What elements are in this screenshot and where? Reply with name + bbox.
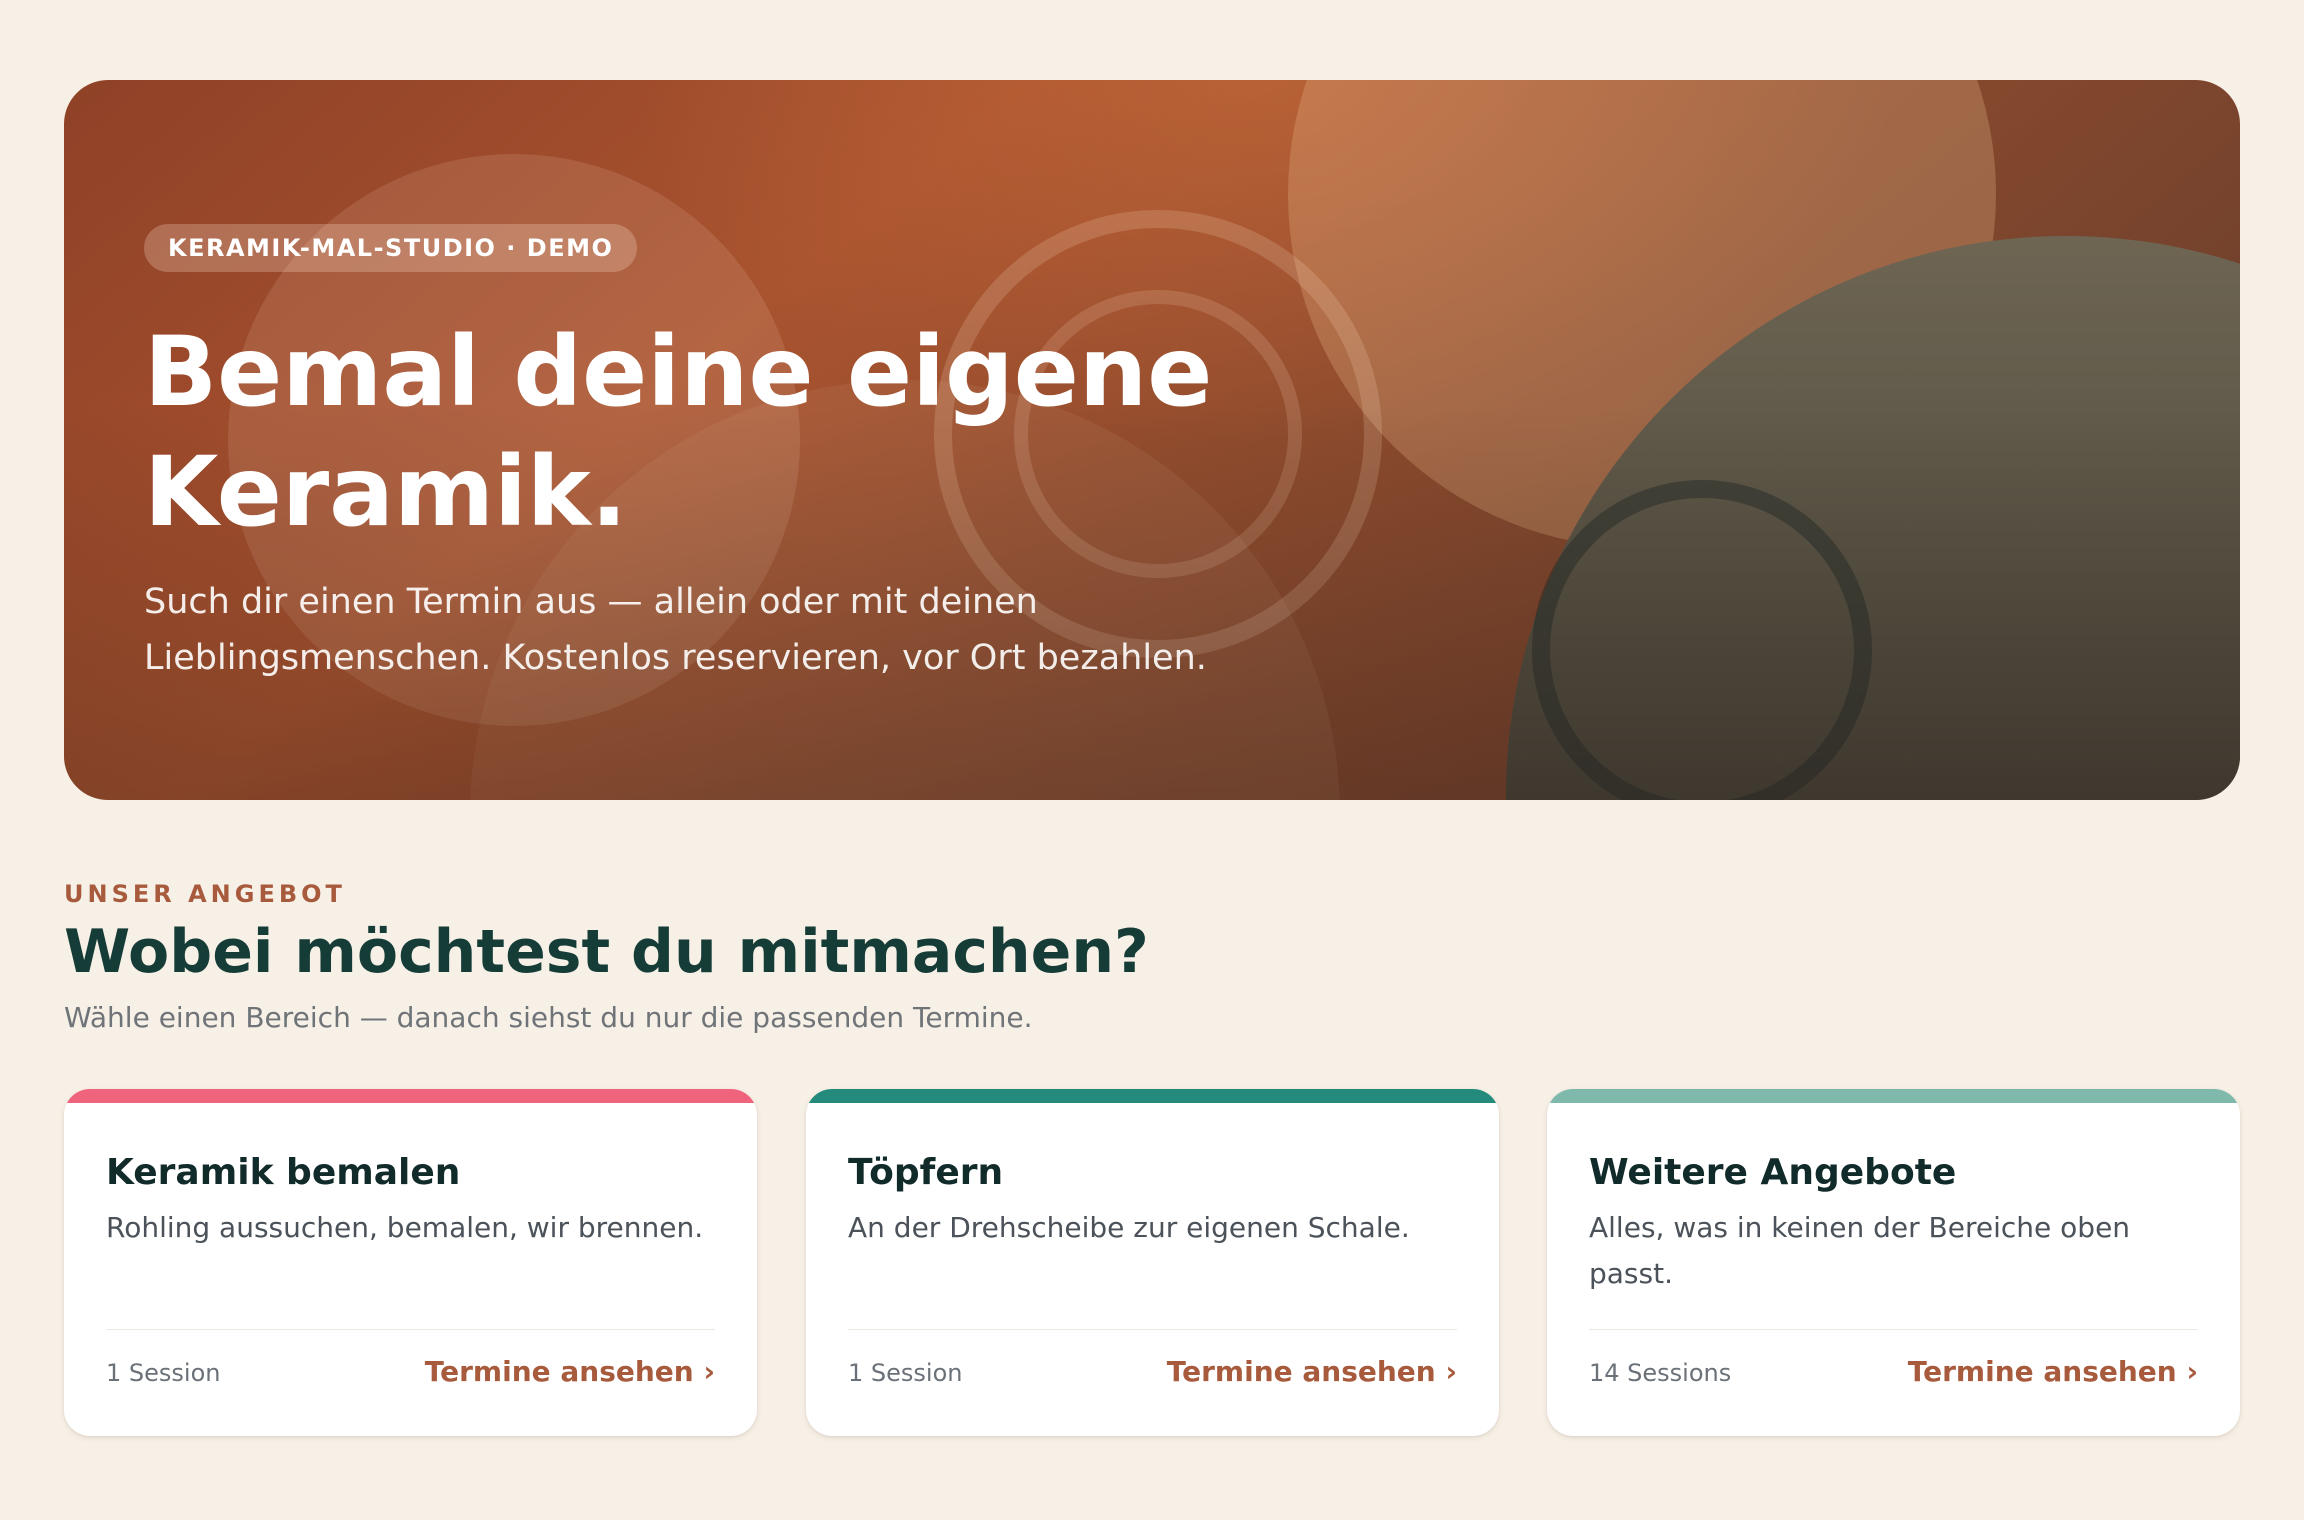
card-title: Keramik bemalen xyxy=(106,1152,461,1193)
hero-title-line-2: Keramik. xyxy=(144,436,628,548)
view-dates-link[interactable]: Termine ansehen › xyxy=(1167,1347,1457,1397)
card-title: Töpfern xyxy=(848,1152,1004,1193)
card-title: Weitere Angebote xyxy=(1589,1152,1957,1193)
card-description: Rohling aussuchen, bemalen, wir brennen. xyxy=(106,1211,704,1244)
hero-subtitle-line-1: Such dir einen Termin aus — allein oder … xyxy=(144,582,1038,622)
card-description: Alles, was in keinen der Bereiche oben p… xyxy=(1589,1211,2131,1290)
hero-subtitle: Such dir einen Termin aus — allein oder … xyxy=(144,574,1324,686)
card-divider xyxy=(848,1329,1457,1330)
session-count: 14 Sessions xyxy=(1589,1359,1732,1387)
hero-banner: KERAMIK-MAL-STUDIO · DEMO Bemal deine ei… xyxy=(64,80,2240,800)
category-card-toepfern[interactable]: Töpfern An der Drehscheibe zur eigenen S… xyxy=(806,1089,1499,1436)
hero-title-line-1: Bemal deine eigene xyxy=(144,316,1213,428)
card-accent-bar xyxy=(1547,1089,2240,1103)
card-divider xyxy=(1589,1329,2198,1330)
category-card-keramik-bemalen[interactable]: Keramik bemalen Rohling aussuchen, bemal… xyxy=(64,1089,757,1436)
section-kicker: UNSER ANGEBOT xyxy=(64,880,346,908)
hero-subtitle-line-2: Lieblingsmenschen. Kostenlos reservieren… xyxy=(144,638,1207,678)
studio-badge: KERAMIK-MAL-STUDIO · DEMO xyxy=(144,224,638,272)
session-count: 1 Session xyxy=(848,1359,963,1387)
card-description: An der Drehscheibe zur eigenen Schale. xyxy=(848,1211,1410,1244)
session-count: 1 Session xyxy=(106,1359,221,1387)
card-accent-bar xyxy=(64,1089,757,1103)
section-title: Wobei möchtest du mitmachen? xyxy=(64,917,1149,987)
view-dates-link[interactable]: Termine ansehen › xyxy=(425,1347,715,1397)
view-dates-link[interactable]: Termine ansehen › xyxy=(1908,1347,2198,1397)
card-divider xyxy=(106,1329,715,1330)
section-subtitle: Wähle einen Bereich — danach siehst du n… xyxy=(64,1001,1033,1034)
hero-title: Bemal deine eigene Keramik. xyxy=(144,312,1444,552)
category-card-weitere-angebote[interactable]: Weitere Angebote Alles, was in keinen de… xyxy=(1547,1089,2240,1436)
card-accent-bar xyxy=(806,1089,1499,1103)
